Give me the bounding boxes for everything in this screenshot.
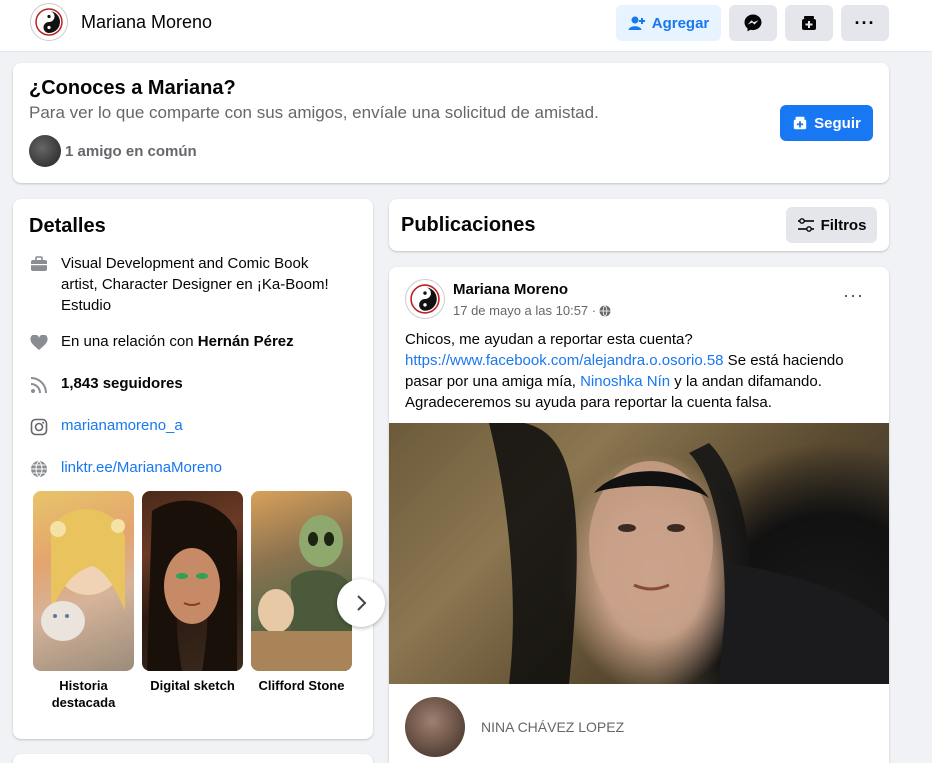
instagram-detail: marianamoreno_a xyxy=(29,417,183,437)
post-text-part-1: Chicos, me ayudan a reportar esta cuenta… xyxy=(405,331,693,348)
featured-highlight-1[interactable] xyxy=(33,491,134,671)
follow-button[interactable]: Seguir xyxy=(780,105,873,141)
featured-highlight-2[interactable] xyxy=(142,491,243,671)
website-detail: linktr.ee/MarianaMoreno xyxy=(29,459,222,479)
followers-detail: 1,843 seguidores xyxy=(29,375,183,395)
post-body: Chicos, me ayudan a reportar esta cuenta… xyxy=(405,329,875,413)
follow-icon xyxy=(802,16,816,30)
post-card: Mariana Moreno 17 de mayo a las 10:57 · … xyxy=(389,267,889,763)
details-card: Detalles Visual Development and Comic Bo… xyxy=(13,199,385,739)
chevron-right-icon xyxy=(357,595,367,611)
more-options-button[interactable]: ··· xyxy=(841,5,889,41)
comment-author-avatar[interactable] xyxy=(405,697,465,757)
follow-icon-button[interactable] xyxy=(785,5,833,41)
publications-header: Publicaciones Filtros xyxy=(389,199,889,251)
rss-icon xyxy=(29,375,49,395)
relationship-partner-link[interactable]: Hernán Pérez xyxy=(198,333,294,350)
globe-icon xyxy=(29,459,49,479)
profile-avatar[interactable] xyxy=(30,3,68,41)
yin-yang-icon xyxy=(35,8,63,36)
messenger-icon xyxy=(744,14,762,32)
more-dots-icon: ··· xyxy=(854,12,876,33)
relationship-prefix: En una relación con xyxy=(61,333,198,350)
featured-highlight-3[interactable] xyxy=(251,491,352,671)
know-subtitle: Para ver lo que comparte con sus amigos,… xyxy=(29,103,599,122)
add-friend-label: Agregar xyxy=(651,14,710,32)
know-title: ¿Conoces a Mariana? xyxy=(29,77,236,99)
filter-sliders-icon xyxy=(797,218,814,232)
website-link[interactable]: linktr.ee/MarianaMoreno xyxy=(61,459,222,476)
post-author-name[interactable]: Mariana Moreno xyxy=(453,281,568,298)
profile-header-bar: Mariana Moreno Agregar ··· xyxy=(0,0,932,52)
post-more-options-button[interactable]: ··· xyxy=(843,285,864,306)
work-detail: Visual Development and Comic Book artist… xyxy=(29,253,349,316)
post-tagged-friend-link[interactable]: Ninoshka Nín xyxy=(580,373,670,390)
comment-author-name[interactable]: NINA CHÁVEZ LOPEZ xyxy=(481,719,624,735)
instagram-link[interactable]: marianamoreno_a xyxy=(61,417,183,434)
post-author-avatar[interactable] xyxy=(405,279,445,319)
post-timestamp[interactable]: 17 de mayo a las 10:57 · xyxy=(453,303,611,318)
mutual-friends-link[interactable]: 1 amigo en común xyxy=(65,143,197,160)
briefcase-icon xyxy=(29,254,49,274)
follow-label: Seguir xyxy=(814,114,861,132)
add-friend-icon xyxy=(628,16,645,30)
filters-label: Filtros xyxy=(820,216,867,234)
profile-name[interactable]: Mariana Moreno xyxy=(81,12,212,33)
know-person-card: ¿Conoces a Mariana? Para ver lo que comp… xyxy=(13,63,889,183)
filters-button[interactable]: Filtros xyxy=(786,207,877,243)
followers-count[interactable]: 1,843 seguidores xyxy=(61,375,183,392)
mutual-friend-avatar[interactable] xyxy=(29,135,61,167)
yin-yang-icon xyxy=(410,284,440,314)
follow-icon xyxy=(793,116,807,130)
post-time-text[interactable]: 17 de mayo a las 10:57 · xyxy=(453,303,596,318)
highlight-label-2[interactable]: Digital sketch xyxy=(142,677,243,694)
details-title: Detalles xyxy=(29,215,106,237)
public-globe-icon xyxy=(599,304,611,317)
work-text: Visual Development and Comic Book artist… xyxy=(61,255,329,314)
highlight-label-3[interactable]: Clifford Stone xyxy=(251,677,352,694)
publications-title: Publicaciones xyxy=(401,214,536,236)
post-photo[interactable] xyxy=(389,423,889,684)
heart-icon xyxy=(29,333,49,353)
post-profile-link[interactable]: https://www.facebook.com/alejandra.o.oso… xyxy=(405,352,724,369)
highlight-label-1[interactable]: Historia destacada xyxy=(33,677,134,711)
relationship-detail: En una relación con Hernán Pérez xyxy=(29,333,294,353)
instagram-icon xyxy=(29,417,49,437)
messenger-button[interactable] xyxy=(729,5,777,41)
add-friend-button[interactable]: Agregar xyxy=(616,5,721,41)
highlights-next-button[interactable] xyxy=(337,579,385,627)
next-section-card xyxy=(13,754,373,763)
